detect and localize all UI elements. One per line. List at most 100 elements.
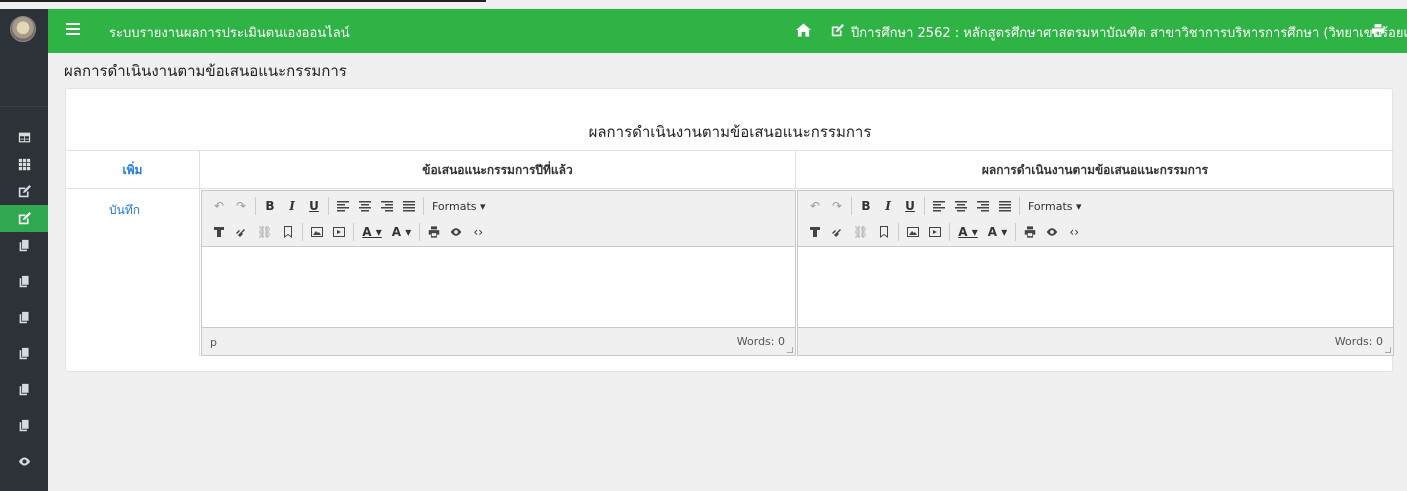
bookmark-button[interactable] xyxy=(873,221,895,243)
source-code-button[interactable]: ‹› xyxy=(467,221,489,243)
link-button[interactable] xyxy=(230,221,252,243)
link-icon xyxy=(832,229,841,237)
insert-media-button[interactable] xyxy=(924,221,946,243)
sidebar-item-copy-2[interactable] xyxy=(0,268,48,295)
word-count: Words: 0 xyxy=(736,335,785,348)
toolbar-row-1: ↶ ↷ B I U Formats ▾ xyxy=(798,193,1087,219)
link-button[interactable] xyxy=(826,221,848,243)
toolbar-separator xyxy=(1019,197,1020,215)
app-title[interactable]: ระบบรายงานผลการประเมินตนเองออนไลน์ xyxy=(109,22,350,43)
university-logo-icon[interactable] xyxy=(10,16,36,42)
sidebar-item-copy-3[interactable] xyxy=(0,304,48,331)
element-path[interactable]: p xyxy=(210,336,217,349)
toolbar-separator xyxy=(423,197,424,215)
insert-media-button[interactable] xyxy=(328,221,350,243)
sidebar-item-dashboard[interactable] xyxy=(0,124,48,151)
sidebar-item-view[interactable] xyxy=(0,448,48,475)
italic-button[interactable]: I xyxy=(281,195,303,217)
print-icon xyxy=(1024,226,1036,238)
background-color-button[interactable]: A ▾ xyxy=(387,221,417,243)
undo-button[interactable]: ↶ xyxy=(804,195,826,217)
formats-dropdown[interactable]: Formats ▾ xyxy=(427,195,491,217)
resize-grip-icon[interactable] xyxy=(787,347,793,353)
resize-grip-icon[interactable] xyxy=(1385,347,1391,353)
save-button[interactable]: บันทึก xyxy=(109,201,140,220)
edit-icon xyxy=(18,212,31,225)
justify-icon xyxy=(999,201,1011,212)
justify-button[interactable] xyxy=(398,195,420,217)
academic-year-title[interactable]: ปีการศึกษา 2562 : หลักสูตรศึกษาศาสตรมหาบ… xyxy=(851,22,1407,43)
align-right-button[interactable] xyxy=(972,195,994,217)
justify-icon xyxy=(403,201,415,212)
justify-button[interactable] xyxy=(994,195,1016,217)
bold-button[interactable]: B xyxy=(259,195,281,217)
toolbar-separator xyxy=(302,223,304,241)
text-color-button[interactable]: A ▾ xyxy=(357,221,387,243)
sidebar-item-copy-4[interactable] xyxy=(0,340,48,367)
align-left-button[interactable] xyxy=(928,195,950,217)
content-card: ผลการดำเนินงานตามข้อเสนอแนะกรรมการ เพิ่ม… xyxy=(65,88,1394,372)
column-header-operation-result: ผลการดำเนินงานตามข้อเสนอแนะกรรมการ xyxy=(981,162,1209,177)
italic-button[interactable]: I xyxy=(877,195,899,217)
sidebar-item-copy-5[interactable] xyxy=(0,376,48,403)
clear-format-button[interactable] xyxy=(208,221,230,243)
insert-image-button[interactable] xyxy=(902,221,924,243)
card-title: ผลการดำเนินงานตามข้อเสนอแนะกรรมการ xyxy=(588,123,872,141)
bookmark-button[interactable] xyxy=(277,221,299,243)
undo-button[interactable]: ↶ xyxy=(208,195,230,217)
align-center-icon xyxy=(359,201,371,212)
copy-icon xyxy=(19,419,29,432)
editor-content-area[interactable] xyxy=(202,248,795,327)
redo-button[interactable]: ↷ xyxy=(826,195,848,217)
recommendation-table: เพิ่ม ข้อเสนอแนะกรรมการปีที่แล้ว ผลการดำ… xyxy=(66,150,1394,356)
print-button[interactable] xyxy=(423,221,445,243)
formats-dropdown[interactable]: Formats ▾ xyxy=(1023,195,1087,217)
align-center-button[interactable] xyxy=(950,195,972,217)
underline-button[interactable]: U xyxy=(899,195,921,217)
copy-icon xyxy=(19,311,29,324)
top-header: ระบบรายงานผลการประเมินตนเองออนไลน์ ปีการ… xyxy=(48,9,1407,53)
source-code-button[interactable]: ‹› xyxy=(1063,221,1085,243)
rich-text-editor-result: ↶ ↷ B I U Formats ▾ ⛓ A ▾ A ▾ ‹› Words: … xyxy=(797,190,1394,356)
preview-button[interactable] xyxy=(1041,221,1063,243)
home-icon[interactable] xyxy=(796,23,811,37)
toolbar-separator xyxy=(898,223,900,241)
clear-format-icon xyxy=(214,227,224,237)
sidebar-item-edit[interactable] xyxy=(0,178,48,205)
editor-content-area[interactable] xyxy=(798,248,1393,327)
align-left-button[interactable] xyxy=(332,195,354,217)
unlink-button[interactable]: ⛓ xyxy=(848,221,873,243)
hamburger-menu-icon[interactable] xyxy=(66,23,80,37)
redo-button[interactable]: ↷ xyxy=(230,195,252,217)
toolbar-separator xyxy=(1015,223,1017,241)
text-color-button[interactable]: A ▾ xyxy=(953,221,983,243)
underline-button[interactable]: U xyxy=(303,195,325,217)
page-title: ผลการดำเนินงานตามข้อเสนอแนะกรรมการ xyxy=(64,62,347,80)
editor-statusbar: p Words: 0 xyxy=(202,327,795,355)
edit-icon xyxy=(18,185,31,198)
bold-button[interactable]: B xyxy=(855,195,877,217)
copy-icon xyxy=(19,383,29,396)
preview-button[interactable] xyxy=(445,221,467,243)
align-right-button[interactable] xyxy=(376,195,398,217)
sidebar-item-copy-6[interactable] xyxy=(0,412,48,439)
insert-image-button[interactable] xyxy=(306,221,328,243)
copy-icon xyxy=(19,275,29,288)
clear-format-button[interactable] xyxy=(804,221,826,243)
print-button[interactable] xyxy=(1019,221,1041,243)
sidebar-item-grid[interactable] xyxy=(0,151,48,178)
sidebar xyxy=(0,9,48,491)
background-color-button[interactable]: A ▾ xyxy=(983,221,1013,243)
editor-toolbar: ↶ ↷ B I U Formats ▾ ⛓ A ▾ A ▾ ‹› xyxy=(202,191,795,247)
column-header-last-year-recommendation: ข้อเสนอแนะกรรมการปีที่แล้ว xyxy=(200,151,796,189)
align-center-button[interactable] xyxy=(354,195,376,217)
sidebar-item-edit-active[interactable] xyxy=(0,205,48,232)
print-icon[interactable] xyxy=(1371,24,1385,37)
align-left-icon xyxy=(933,201,945,212)
copy-icon xyxy=(19,347,29,360)
unlink-button[interactable]: ⛓ xyxy=(252,221,277,243)
align-left-icon xyxy=(337,201,349,212)
sidebar-item-copy-1[interactable] xyxy=(0,232,48,259)
media-icon xyxy=(333,227,346,237)
add-button[interactable]: เพิ่ม xyxy=(66,151,200,189)
